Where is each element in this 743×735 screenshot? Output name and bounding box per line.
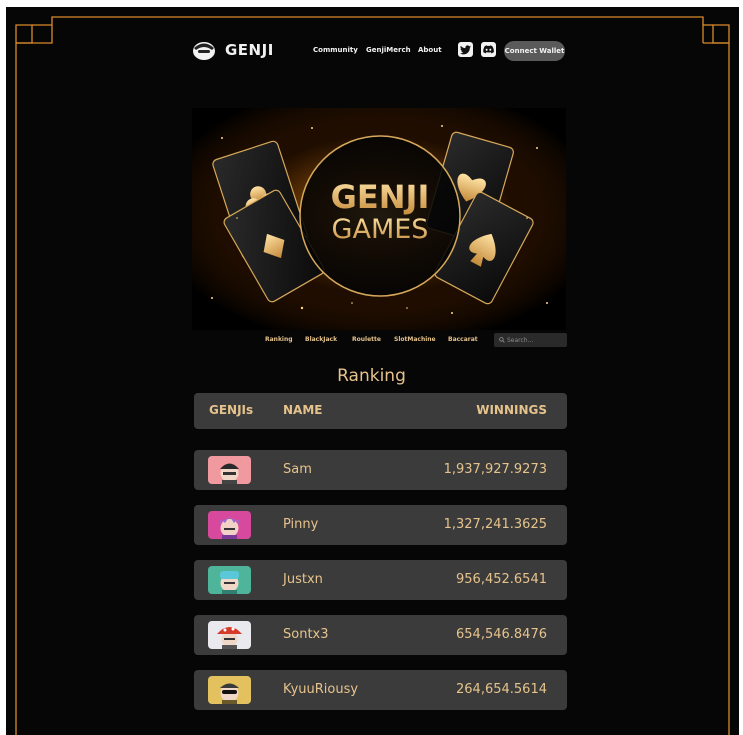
player-winnings: 1,327,241.3625	[443, 517, 547, 532]
player-winnings: 654,546.8476	[456, 627, 547, 642]
avatar	[208, 676, 251, 704]
hero-title-line2: GAMES	[332, 214, 429, 245]
discord-icon[interactable]	[481, 42, 496, 57]
player-name: Sam	[283, 462, 312, 477]
column-header-genjis: GENJIs	[209, 403, 254, 417]
player-name: Sontx3	[283, 627, 329, 642]
ranking-row[interactable]: Justxn 956,452.6541	[194, 560, 567, 600]
player-winnings: 956,452.6541	[456, 572, 547, 587]
ranking-row[interactable]: Pinny 1,327,241.3625	[194, 505, 567, 545]
ranking-row[interactable]: KyuuRiousy 264,654.5614	[194, 670, 567, 710]
game-tab-roulette[interactable]: Roulette	[352, 336, 381, 343]
game-tab-slotmachine[interactable]: SlotMachine	[394, 336, 436, 343]
column-header-name: NAME	[283, 403, 323, 417]
search-box[interactable]	[494, 333, 567, 347]
top-nav: GENJI Community GenjiMerch About Connect…	[191, 39, 565, 63]
twitter-icon[interactable]	[458, 42, 473, 57]
nav-link-genjimerch[interactable]: GenjiMerch	[366, 46, 411, 54]
player-name: KyuuRiousy	[283, 682, 359, 697]
ranking-row[interactable]: Sontx3 654,546.8476	[194, 615, 567, 655]
search-input[interactable]	[505, 336, 563, 344]
column-header-winnings: WINNINGS	[476, 403, 547, 417]
brand-logo[interactable]: GENJI	[191, 39, 274, 61]
ranking-title: Ranking	[337, 366, 406, 386]
game-tab-baccarat[interactable]: Baccarat	[448, 336, 478, 343]
nav-link-about[interactable]: About	[418, 46, 442, 54]
avatar	[208, 621, 251, 649]
avatar	[208, 511, 251, 539]
genji-logo-icon	[193, 42, 215, 60]
player-winnings: 264,654.5614	[456, 682, 547, 697]
hero-banner: GENJI GAMES	[192, 108, 566, 330]
ranking-row[interactable]: Sam 1,937,927.9273	[194, 450, 567, 490]
player-name: Pinny	[283, 517, 319, 532]
player-name: Justxn	[283, 572, 323, 587]
nav-link-community[interactable]: Community	[313, 46, 358, 54]
avatar	[208, 566, 251, 594]
ranking-table-header: GENJIs NAME WINNINGS	[194, 393, 567, 429]
avatar	[208, 456, 251, 484]
game-tab-ranking[interactable]: Ranking	[265, 336, 293, 343]
hero-title-line1: GENJI	[331, 178, 430, 216]
brand-name: GENJI	[225, 41, 274, 59]
connect-wallet-button[interactable]: Connect Wallet	[504, 41, 565, 61]
game-tab-blackjack[interactable]: BlackJack	[305, 336, 337, 343]
hero-illustration: GENJI GAMES	[192, 108, 566, 330]
player-winnings: 1,937,927.9273	[443, 462, 547, 477]
